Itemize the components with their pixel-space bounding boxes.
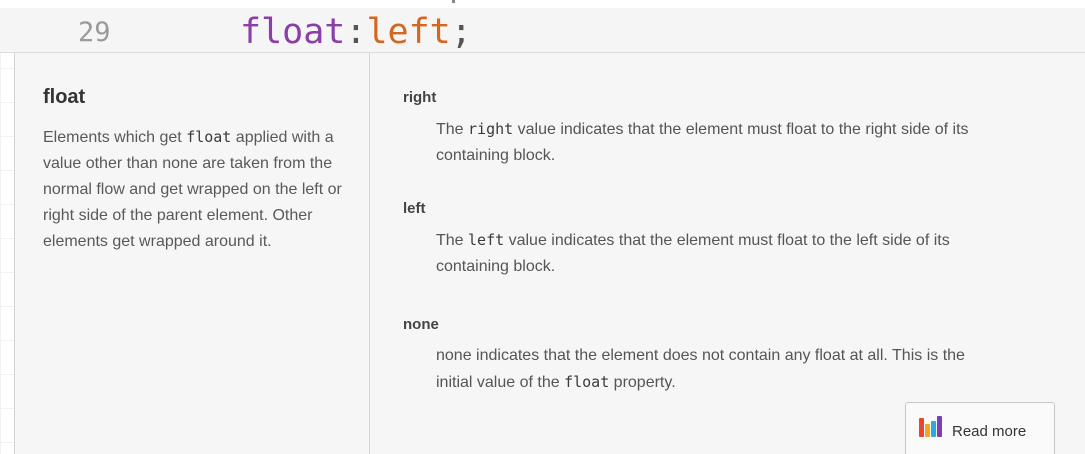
value-name: right [403, 89, 437, 106]
value-name: left [403, 200, 426, 217]
description-text: The [436, 121, 469, 138]
editor-code-line[interactable]: 29 float:left; [0, 0, 1085, 53]
webplatform-w-icon [919, 416, 942, 437]
value-description: The right value indicates that the eleme… [436, 116, 1085, 169]
description-line: containing block. [436, 258, 556, 275]
description-line: containing block. [436, 147, 556, 164]
inline-code: right [468, 120, 514, 138]
description-line: none indicates that the element does not… [436, 347, 965, 364]
value-description: The left value indicates that the elemen… [436, 227, 1085, 280]
semicolon-token: ; [450, 12, 472, 52]
value-description: none indicates that the element does not… [436, 343, 1085, 396]
value-name: none [403, 316, 439, 333]
inline-code: left [468, 231, 505, 249]
property-title: float [43, 86, 86, 108]
inline-code: float [186, 128, 232, 146]
css-value-token: left [366, 12, 451, 52]
read-more-label: Read more [952, 423, 1027, 440]
previous-line-fragment [0, 0, 1085, 8]
colon-token: : [345, 12, 367, 52]
description-text: The [436, 232, 469, 249]
description-text: Elements which get [43, 129, 187, 146]
description-text: value indicates that the element must fl… [513, 121, 969, 138]
inline-code: float [564, 373, 610, 391]
screen: 29 float:left; float Elements which get … [0, 0, 1085, 454]
description-line: The left value indicates that the elemen… [436, 227, 1085, 254]
description-text: property. [609, 374, 676, 391]
description-text: initial value of the [436, 374, 565, 391]
description-text: value indicates that the element must fl… [504, 232, 950, 249]
css-property-token: float [240, 12, 346, 52]
property-values-pane: right The right value indicates that the… [403, 53, 1085, 454]
property-summary-pane: float Elements which get float applied w… [15, 53, 370, 454]
line-number: 29 [78, 17, 111, 48]
css-documentation-tooltip: float Elements which get float applied w… [14, 53, 1085, 454]
description-line: initial value of the float property. [436, 369, 1085, 396]
glyph-fragment [452, 0, 455, 3]
css-declaration[interactable]: float:left; [240, 12, 472, 52]
read-more-button[interactable]: Read more [905, 402, 1055, 454]
description-line: The right value indicates that the eleme… [436, 116, 1085, 143]
property-description: Elements which get float applied with a … [43, 124, 358, 255]
description-text: none [162, 155, 198, 172]
